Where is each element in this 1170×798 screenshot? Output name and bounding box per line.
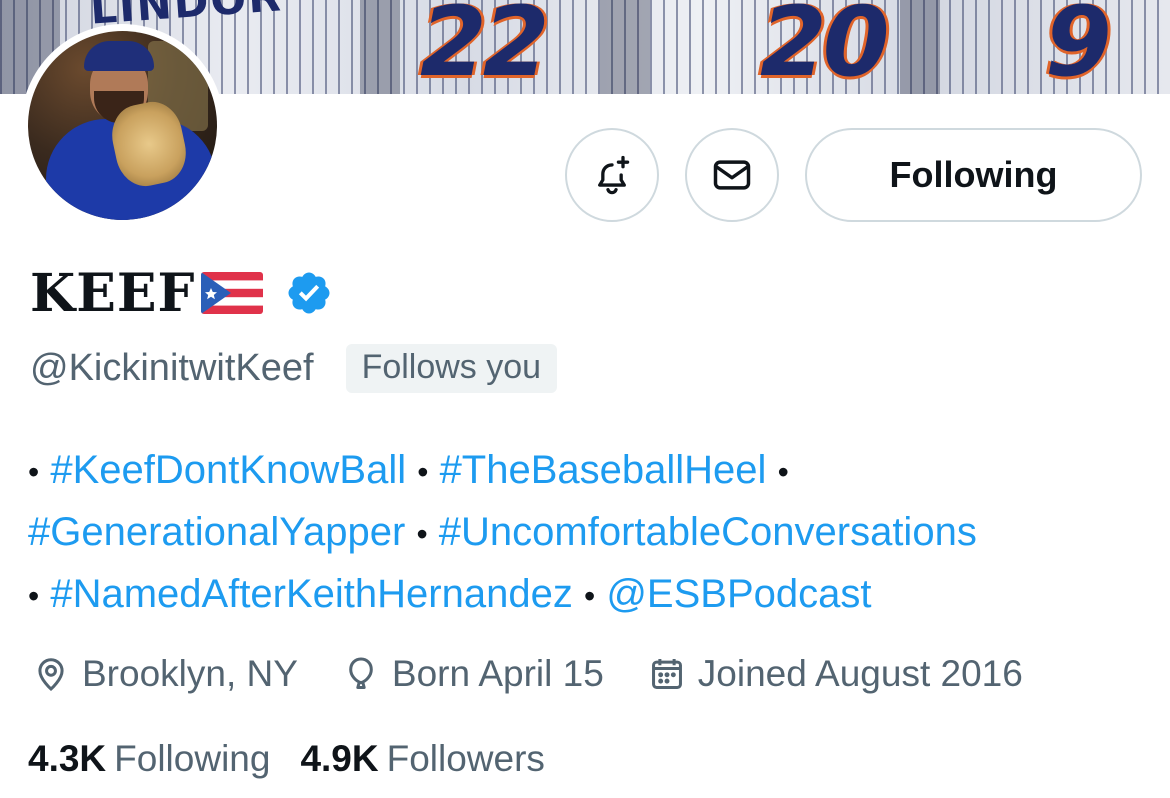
profile-stats: 4.3K Following 4.9K Followers [28, 734, 575, 784]
display-name: KEEF [30, 262, 196, 324]
bio-bullet: • [28, 454, 40, 490]
bio-mention-link[interactable]: @ESBPodcast [606, 572, 871, 616]
bio-line: • #NamedAfterKeithHernandez • @ESBPodcas… [28, 564, 1158, 626]
bio-bullet: • [28, 578, 40, 614]
profile-name-row: KEEF [30, 262, 333, 324]
bio-hashtag-link[interactable]: #GenerationalYapper [28, 510, 405, 554]
profile-handle-row: @KickinitwitKeef Follows you [30, 340, 558, 396]
puerto-rico-flag-icon [201, 272, 264, 314]
notify-button[interactable] [565, 128, 659, 222]
follows-you-badge: Follows you [345, 343, 558, 393]
bio-bullet: • [417, 454, 429, 490]
location-pin-icon [38, 658, 64, 692]
user-handle: @KickinitwitKeef [30, 346, 314, 389]
calendar-icon [651, 658, 682, 689]
balloon-icon [349, 657, 373, 689]
envelope-icon [713, 160, 751, 190]
location-item: Brooklyn, NY [32, 653, 298, 695]
joined-item: Joined August 2016 [648, 653, 1023, 695]
bio-bullet: • [416, 516, 428, 552]
location-text: Brooklyn, NY [82, 653, 298, 694]
banner-shade [600, 0, 650, 94]
banner-jersey-number: 9 [1045, 0, 1112, 94]
banner-shade [900, 0, 940, 94]
bell-plus-icon [598, 155, 630, 195]
banner-jersey-number: 20 [760, 0, 890, 94]
bio-hashtag-link[interactable]: #TheBaseballHeel [440, 448, 767, 492]
bio-hashtag-link[interactable]: #NamedAfterKeithHernandez [50, 572, 573, 616]
bio-line: • #KeefDontKnowBall • #TheBaseballHeel • [28, 440, 1158, 502]
bio-bullet: • [583, 578, 596, 614]
verified-badge-icon[interactable] [285, 269, 333, 317]
bio-line: #GenerationalYapper • #UncomfortableConv… [28, 502, 1158, 564]
profile-avatar[interactable] [21, 24, 224, 227]
profile-bio: • #KeefDontKnowBall • #TheBaseballHeel •… [28, 440, 1158, 626]
banner-jersey-number: 22 [420, 0, 550, 94]
followers-label: Followers [386, 738, 545, 779]
bio-bullet: • [777, 454, 789, 490]
following-label: Following [114, 738, 271, 779]
message-button[interactable] [685, 128, 779, 222]
followers-stat-link[interactable]: 4.9K Followers [300, 738, 544, 780]
bio-hashtag-link[interactable]: #UncomfortableConversations [439, 510, 977, 554]
followers-count: 4.9K [300, 738, 379, 779]
birthday-text: Born April 15 [391, 653, 604, 694]
birthday-item: Born April 15 [342, 653, 604, 695]
avatar-photo [28, 31, 217, 220]
following-count: 4.3K [28, 738, 107, 779]
following-button[interactable]: Following [805, 128, 1142, 222]
following-stat-link[interactable]: 4.3K Following [28, 738, 270, 780]
bio-hashtag-link[interactable]: #KeefDontKnowBall [50, 448, 406, 492]
banner-shade [360, 0, 400, 94]
joined-text: Joined August 2016 [697, 653, 1023, 694]
profile-meta: Brooklyn, NY Born April 15 Joined August… [32, 648, 1067, 700]
